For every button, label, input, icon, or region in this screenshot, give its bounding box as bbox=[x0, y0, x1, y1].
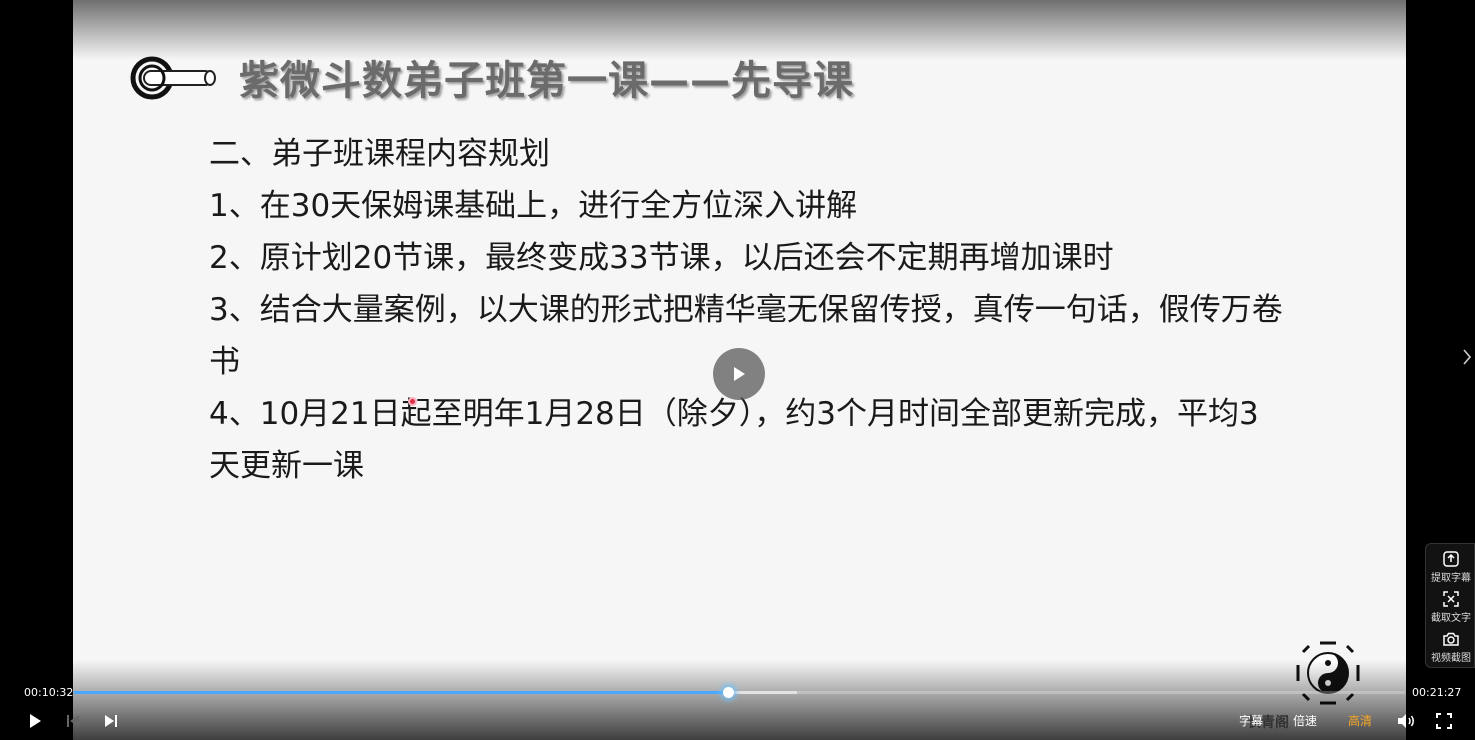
volume-icon bbox=[1398, 714, 1414, 728]
side-panel-toggle[interactable] bbox=[1460, 346, 1474, 368]
speed-button[interactable]: 倍速 bbox=[1293, 712, 1317, 729]
slide-line: 1、在30天保姆课基础上，进行全方位深入讲解 bbox=[209, 188, 858, 224]
slide-line: 2、原计划20节课，最终变成33节课，以后还会不定期再增加课时 bbox=[209, 240, 1114, 276]
play-icon bbox=[734, 367, 745, 381]
quality-button[interactable]: 高清 bbox=[1348, 712, 1372, 729]
tool-label: 提取字幕 bbox=[1431, 573, 1471, 584]
current-time: 00:10:32 bbox=[24, 686, 74, 699]
slide-body: 二、弟子班课程内容规划 1、在30天保姆课基础上，进行全方位深入讲解 2、原计划… bbox=[209, 128, 1289, 492]
slide-line: 4、10月21日起至明年1月28日（除夕），约3个月时间全部更新完成，平均3天更… bbox=[209, 396, 1259, 484]
video-player[interactable]: 紫微斗数弟子班第一课——先导课 二、弟子班课程内容规划 1、在30天保姆课基础上… bbox=[0, 0, 1475, 740]
screenshot-camera-icon bbox=[1443, 632, 1459, 646]
progress-thumb[interactable] bbox=[722, 687, 734, 698]
tool-panel: 提取字幕 截取文字 视频截图 bbox=[1425, 543, 1475, 668]
play-icon bbox=[30, 714, 41, 728]
extract-subtitle-icon bbox=[1443, 551, 1459, 567]
slide-logo-icon bbox=[130, 56, 216, 100]
play-button[interactable] bbox=[24, 710, 46, 732]
total-time: 00:21:27 bbox=[1412, 686, 1462, 699]
capture-text-button[interactable]: 截取文字 bbox=[1426, 590, 1475, 628]
volume-button[interactable] bbox=[1395, 710, 1417, 732]
previous-button[interactable] bbox=[62, 710, 84, 732]
bottom-gradient-overlay bbox=[73, 660, 1406, 740]
subtitle-button[interactable]: 字幕 bbox=[1239, 712, 1263, 729]
progress-played bbox=[74, 691, 728, 694]
fullscreen-icon bbox=[1436, 713, 1452, 729]
tool-label: 截取文字 bbox=[1431, 613, 1471, 624]
tool-label: 视频截图 bbox=[1431, 653, 1471, 664]
progress-bar[interactable] bbox=[74, 687, 1405, 698]
skip-next-icon bbox=[105, 715, 117, 727]
slide-line: 二、弟子班课程内容规划 bbox=[209, 136, 550, 172]
next-button[interactable] bbox=[100, 710, 122, 732]
fullscreen-button[interactable] bbox=[1433, 710, 1455, 732]
center-play-button[interactable] bbox=[713, 348, 765, 400]
chevron-right-icon bbox=[1463, 349, 1471, 365]
video-screenshot-button[interactable]: 视频截图 bbox=[1426, 630, 1475, 668]
top-gradient-overlay bbox=[73, 0, 1406, 60]
skip-previous-icon bbox=[67, 715, 79, 727]
extract-subtitle-button[interactable]: 提取字幕 bbox=[1426, 550, 1475, 588]
capture-text-icon bbox=[1443, 591, 1459, 607]
pointer-dot bbox=[408, 397, 417, 406]
